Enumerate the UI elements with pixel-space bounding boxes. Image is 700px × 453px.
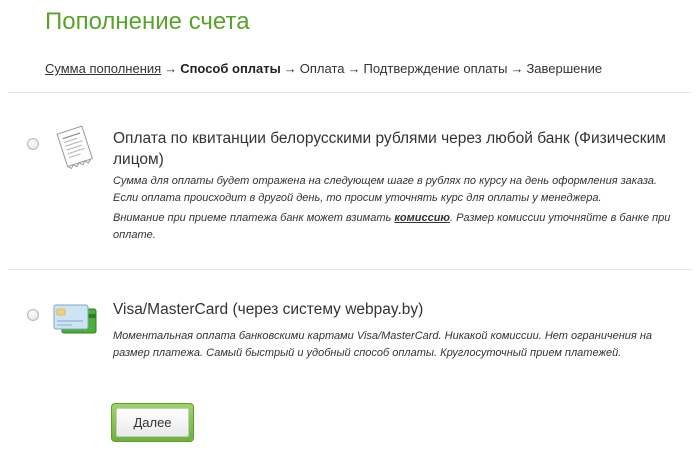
next-button-label: Далее	[116, 408, 189, 437]
option-title: Оплата по квитанции белорусскими рублями…	[113, 130, 666, 168]
commission-link[interactable]: комиссию	[394, 212, 450, 224]
breadcrumb-arrow: →	[283, 61, 297, 76]
breadcrumb-arrow: →	[347, 61, 361, 76]
breadcrumb-step-completion: Завершение	[526, 61, 603, 76]
option-warning: Внимание при приеме платежа банк может в…	[113, 212, 671, 241]
receipt-icon	[52, 123, 100, 176]
breadcrumb-arrow: →	[164, 61, 178, 76]
page-title: Пополнение счета	[45, 8, 250, 35]
radio-receipt[interactable]	[27, 138, 39, 150]
option-description: Моментальная оплата банковскими картами …	[113, 330, 653, 359]
breadcrumb-step-payment: Оплата	[299, 61, 345, 76]
option-description: Сумма для оплаты будет отражена на следу…	[113, 175, 657, 204]
breadcrumb-step-amount[interactable]: Сумма пополнения	[45, 61, 161, 76]
breadcrumb-arrow: →	[510, 61, 524, 76]
option-title: Visa/MasterCard (через систему webpay.by…	[113, 301, 424, 318]
breadcrumb-step-confirmation: Подтверждение оплаты	[363, 61, 508, 76]
divider	[8, 269, 692, 270]
next-button[interactable]: Далее	[111, 403, 194, 442]
radio-card[interactable]	[27, 309, 39, 321]
breadcrumb: Сумма пополнения → Способ оплаты → Оплата → По…	[45, 61, 602, 76]
breadcrumb-step-payment-method: Способ оплаты	[180, 61, 281, 76]
credit-cards-icon	[52, 303, 100, 344]
divider	[8, 92, 692, 93]
